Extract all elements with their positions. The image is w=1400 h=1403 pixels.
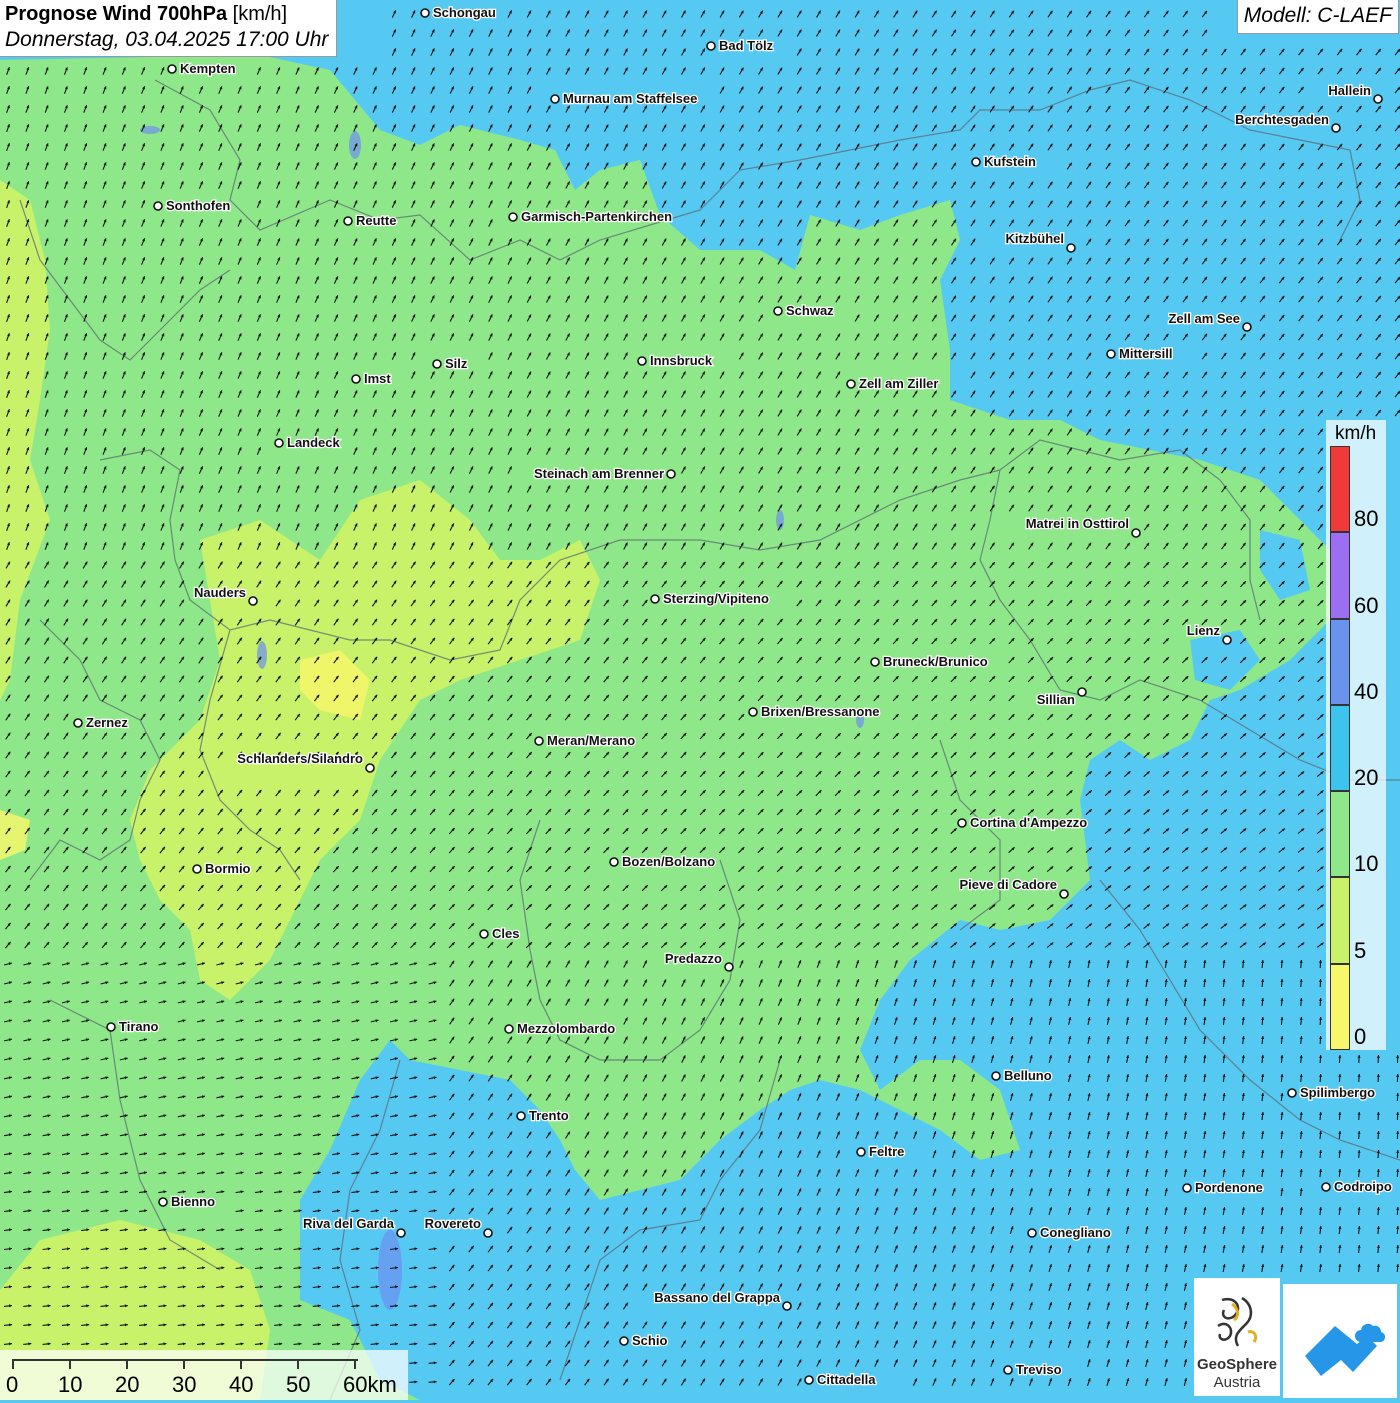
wind-map: SchongauBad TölzKemptenMurnau am Staffel… — [0, 0, 1400, 1400]
